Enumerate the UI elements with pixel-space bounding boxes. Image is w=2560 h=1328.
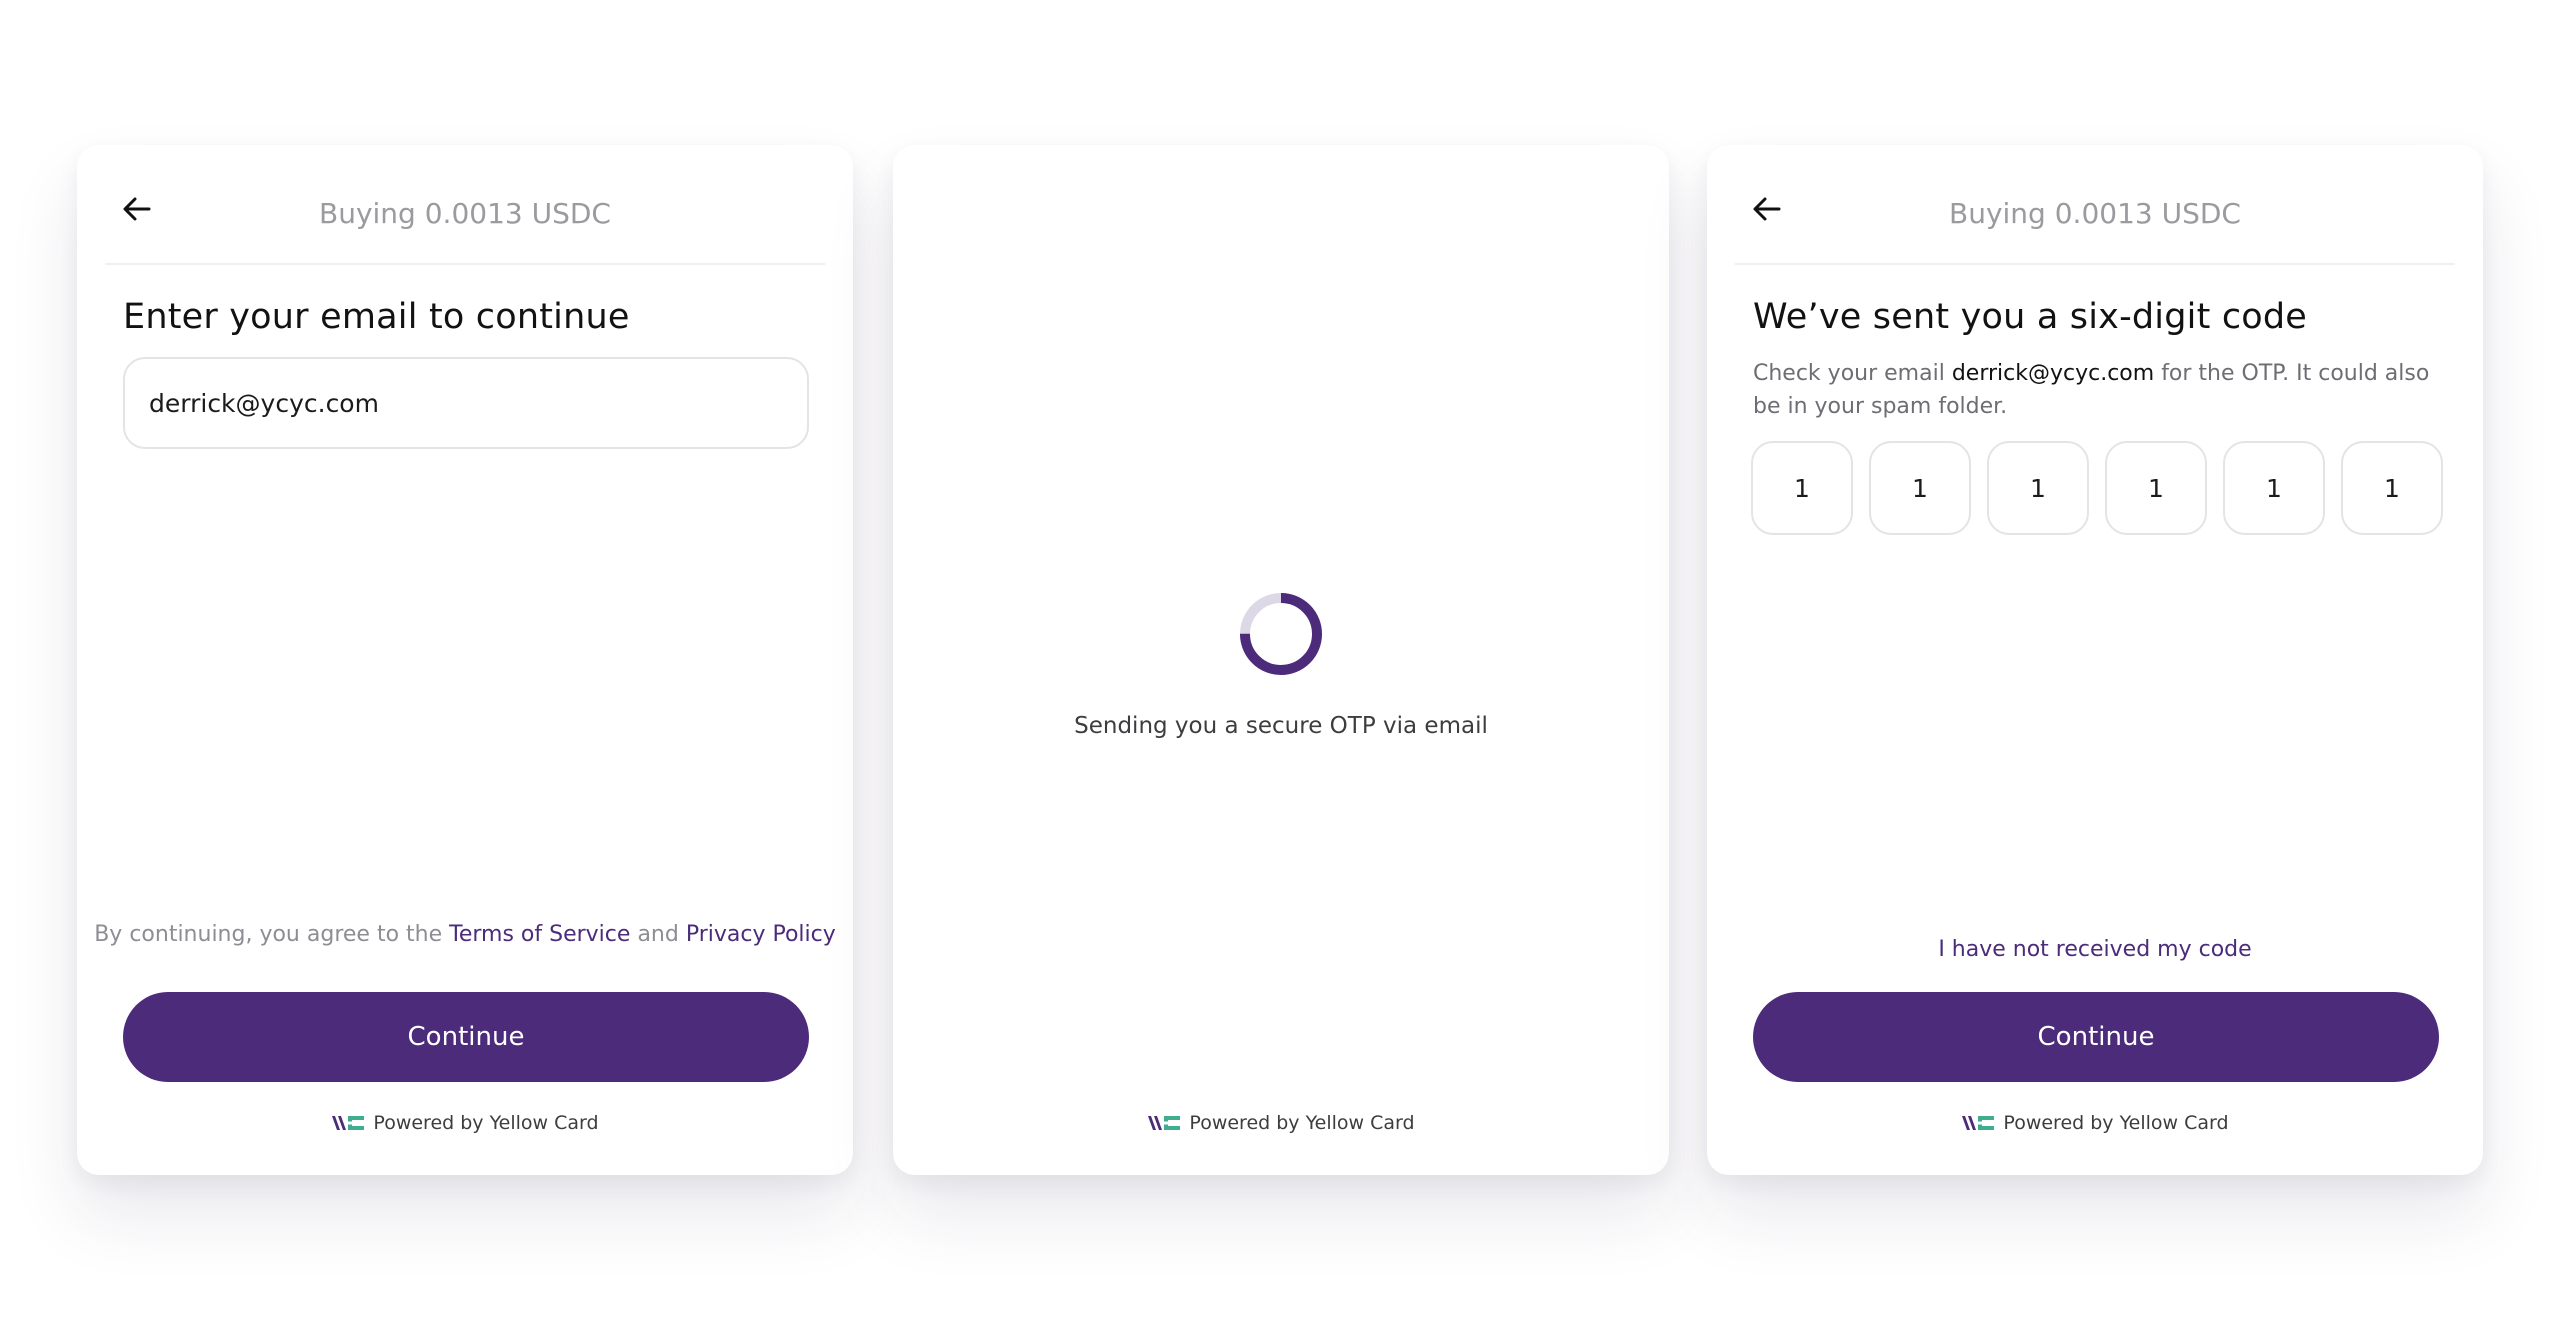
powered-by-text: Powered by Yellow Card	[2003, 1112, 2229, 1134]
powered-by-text: Powered by Yellow Card	[1189, 1112, 1415, 1134]
terms-prefix: By continuing, you agree to the	[94, 922, 443, 947]
otp-digit-5[interactable]	[2223, 441, 2325, 535]
otp-card: Buying 0.0013 USDC We’ve sent you a six-…	[1707, 145, 2483, 1175]
email-card: Buying 0.0013 USDC Enter your email to c…	[77, 145, 853, 1175]
powered-by: Powered by Yellow Card	[1707, 1109, 2483, 1137]
powered-by: Powered by Yellow Card	[77, 1109, 853, 1137]
resend-code-link[interactable]: I have not received my code	[1707, 936, 2483, 964]
page-title: We’ve sent you a six-digit code	[1753, 297, 2308, 337]
continue-button[interactable]: Continue	[123, 992, 809, 1082]
otp-desc-prefix: Check your email	[1753, 361, 1945, 386]
stage: Buying 0.0013 USDC Enter your email to c…	[0, 0, 2560, 1328]
yellow-card-logo-icon	[332, 1116, 365, 1130]
otp-digit-6[interactable]	[2341, 441, 2443, 535]
otp-digit-2[interactable]	[1869, 441, 1971, 535]
email-field[interactable]	[123, 357, 809, 449]
powered-by-text: Powered by Yellow Card	[373, 1112, 599, 1134]
yellow-card-logo-icon	[1962, 1116, 1995, 1130]
loading-spinner	[1238, 591, 1324, 677]
otp-input-row	[1751, 441, 2443, 535]
otp-digit-1[interactable]	[1751, 441, 1853, 535]
card-header: Buying 0.0013 USDC	[1735, 145, 2455, 265]
page-title: Enter your email to continue	[123, 297, 630, 337]
privacy-policy-link[interactable]: Privacy Policy	[686, 922, 836, 947]
otp-description: Check your email derrick@ycyc.com for th…	[1753, 357, 2443, 423]
terms-of-service-link[interactable]: Terms of Service	[449, 922, 630, 947]
loading-spinner-icon	[1240, 593, 1322, 675]
loading-message: Sending you a secure OTP via email	[1074, 713, 1488, 739]
terms-text: By continuing, you agree to the Terms of…	[77, 921, 853, 949]
terms-and: and	[637, 922, 679, 947]
otp-digit-3[interactable]	[1987, 441, 2089, 535]
header-title: Buying 0.0013 USDC	[1949, 197, 2241, 230]
loading-card: Sending you a secure OTP via email Power…	[893, 145, 1669, 1175]
header-title: Buying 0.0013 USDC	[319, 197, 611, 230]
card-header: Buying 0.0013 USDC	[105, 145, 825, 265]
continue-button[interactable]: Continue	[1753, 992, 2439, 1082]
otp-digit-4[interactable]	[2105, 441, 2207, 535]
powered-by: Powered by Yellow Card	[893, 1109, 1669, 1137]
yellow-card-logo-icon	[1148, 1116, 1181, 1130]
otp-desc-email: derrick@ycyc.com	[1951, 361, 2155, 386]
